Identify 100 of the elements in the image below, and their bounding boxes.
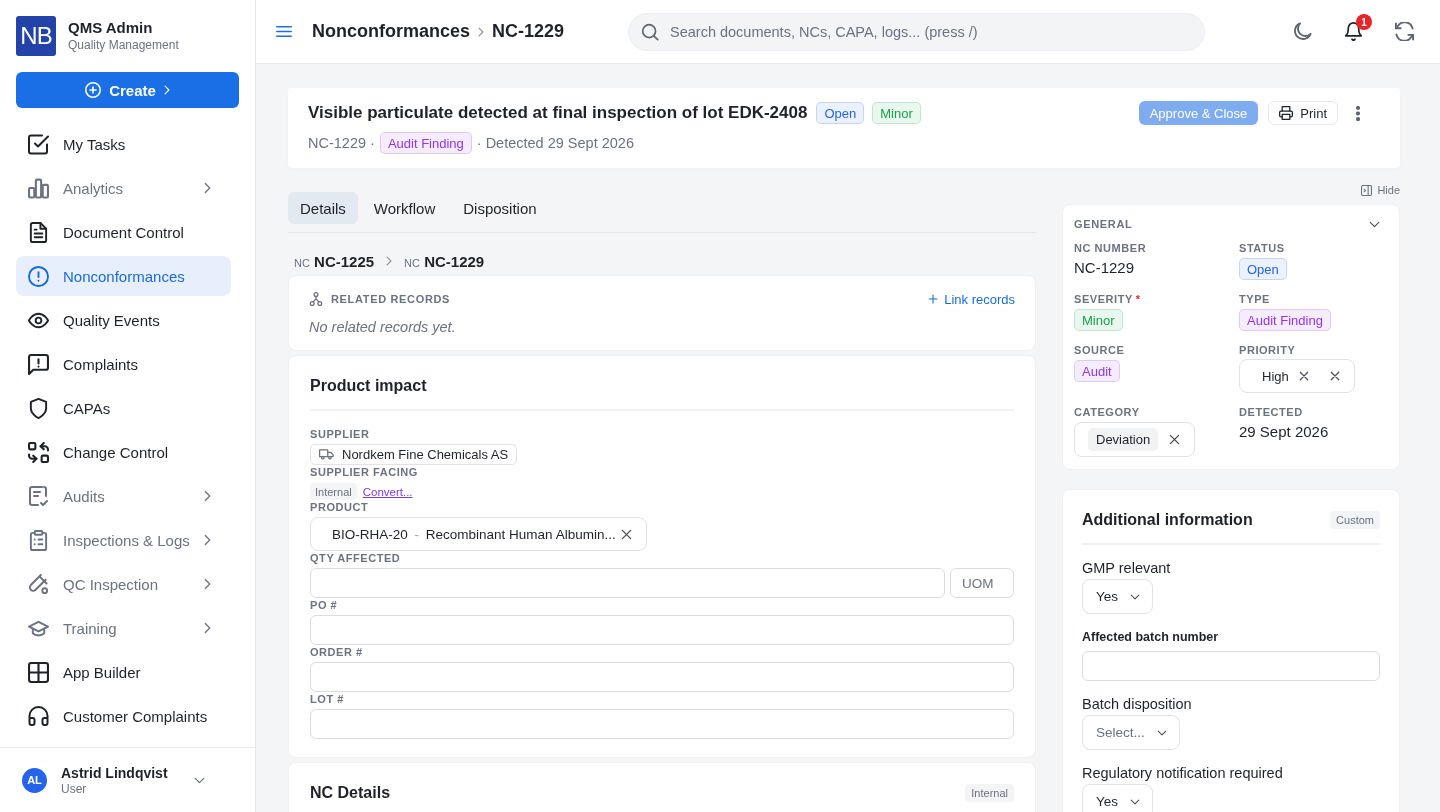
refresh-icon[interactable] [1395,22,1414,41]
nav-item[interactable]: Customer Complaints [16,696,231,736]
tab[interactable]: Disposition [451,192,549,224]
close-icon[interactable] [621,528,632,540]
category-chip: Deviation [1088,428,1159,451]
priority-select[interactable]: High [1239,359,1355,393]
hide-panel-link[interactable]: Hide [1361,183,1400,197]
breadcrumb-item[interactable]: Nonconformances [312,21,471,42]
section-heading: RELATED RECORDS [331,293,451,305]
chevron-down-icon [1130,798,1141,805]
tab[interactable]: Details [288,192,358,224]
field-label: ORDER # [310,645,364,659]
chevron-right-icon [204,534,211,546]
visibility-tag: Internal [965,784,1014,802]
bell-icon[interactable] [1344,22,1363,41]
chevron-down-icon[interactable] [193,776,205,784]
field-label: NC NUMBER [1074,241,1147,255]
grid-icon [28,661,49,683]
chevron-right-icon [204,490,211,502]
record-id-text: NC-1229 · [308,135,375,151]
field-label: GMP relevant [1082,559,1171,577]
nav-item[interactable]: Complaints [16,344,231,384]
close-icon[interactable] [1169,434,1180,445]
document-icon [28,221,49,243]
unit-input[interactable]: UOM [950,568,1014,598]
dropdown-select[interactable]: Yes [1082,784,1154,812]
user-avatar: AL [22,767,47,793]
text-input[interactable] [1082,651,1380,681]
supplier-chip[interactable]: Nordkem Fine Chemicals AS [310,444,518,465]
nav-item[interactable]: App Builder [16,652,231,692]
app-title: QMS Admin [68,19,154,37]
chevron-down-icon [1130,593,1141,600]
nav-item[interactable]: Analytics [16,168,231,208]
status-badge: Audit [1074,360,1120,382]
bar-chart-icon [28,177,49,199]
plus-circle-icon [85,82,102,98]
network-icon [309,292,323,306]
chevron-right-icon [204,182,211,194]
nav-item[interactable]: QC Inspection [16,564,231,604]
type-badge: Audit Finding [379,132,472,154]
menu-icon[interactable] [276,25,292,38]
field-label: Batch disposition [1082,695,1192,713]
alert-circle-icon [28,265,49,287]
user-name: Astrid Lindqvist [61,763,168,782]
field-label: LOT # [310,692,345,706]
dropdown-select[interactable]: Yes [1082,579,1154,614]
field-label: STATUS [1239,241,1285,255]
notification-badge: 1 [1356,14,1372,30]
nav-item[interactable]: Change Control [16,432,231,472]
empty-state-text: No related records yet. [309,319,457,335]
field-label: Regulatory notification required [1082,764,1283,782]
field-label: DETECTED [1239,405,1303,419]
text-input[interactable] [310,709,1014,739]
detected-date-text: · Detected 29 Sept 2026 [476,135,634,151]
nav-item[interactable]: Training [16,608,231,648]
headset-icon [28,705,49,727]
dropdown-select[interactable]: Select... [1082,715,1180,750]
nav-item[interactable]: CAPAs [16,388,231,428]
link-records-link[interactable]: Link records [928,291,1015,307]
chevron-right-icon [163,85,170,95]
record-link[interactable]: NC NC-1229 [404,252,485,270]
text-input[interactable] [310,662,1014,692]
visibility-tag: Internal [310,483,357,500]
status-badge: Minor [1074,309,1123,331]
nav-item[interactable]: My Tasks [16,124,231,164]
swap-arrows-icon [28,441,49,463]
clear-icon[interactable] [1330,371,1340,381]
nav-item[interactable]: Inspections & Logs [16,520,231,560]
print-button[interactable]: Print [1268,101,1338,125]
more-options-icon[interactable] [1356,105,1360,121]
required-asterisk: * [1135,292,1141,306]
panel-icon [1361,184,1373,196]
chevron-right-icon [204,622,211,634]
quantity-input[interactable] [310,568,945,598]
nav-item[interactable]: Audits [16,476,231,516]
truck-icon [319,449,334,460]
field-value: 29 Sept 2026 [1239,422,1329,442]
status-badge: Open [1239,258,1287,280]
create-button[interactable]: Create [16,72,239,108]
record-link[interactable]: NC NC-1225 [294,252,375,270]
moon-icon[interactable] [1293,22,1312,41]
field-label: TYPE [1239,292,1270,306]
convert-link[interactable]: Convert... [362,485,413,498]
record-title: Visible particulate detected at final inspection of lot EDK-2408 [308,103,808,123]
text-input[interactable] [310,615,1014,645]
nav-item[interactable]: Document Control [16,212,231,252]
clipboard-check-icon [28,485,49,507]
chevron-right-icon [204,578,211,590]
tab[interactable]: Workflow [361,192,448,224]
field-label: Affected batch number [1082,629,1220,646]
product-select[interactable]: BIO-RHA-20 - Recombinant Human Albumin... [310,517,647,551]
category-select[interactable]: Deviation [1074,422,1195,457]
nav-item[interactable]: Quality Events [16,300,231,340]
field-label: CATEGORY [1074,405,1140,419]
close-icon[interactable] [1298,371,1309,381]
nav-item[interactable]: Nonconformances [16,256,231,296]
chevron-down-icon [1156,729,1167,736]
search-field[interactable]: Search documents, NCs, CAPA, logs... (press /) [628,12,1205,51]
chevron-down-icon[interactable] [1369,220,1380,228]
field-label: PRIORITY [1239,343,1296,357]
